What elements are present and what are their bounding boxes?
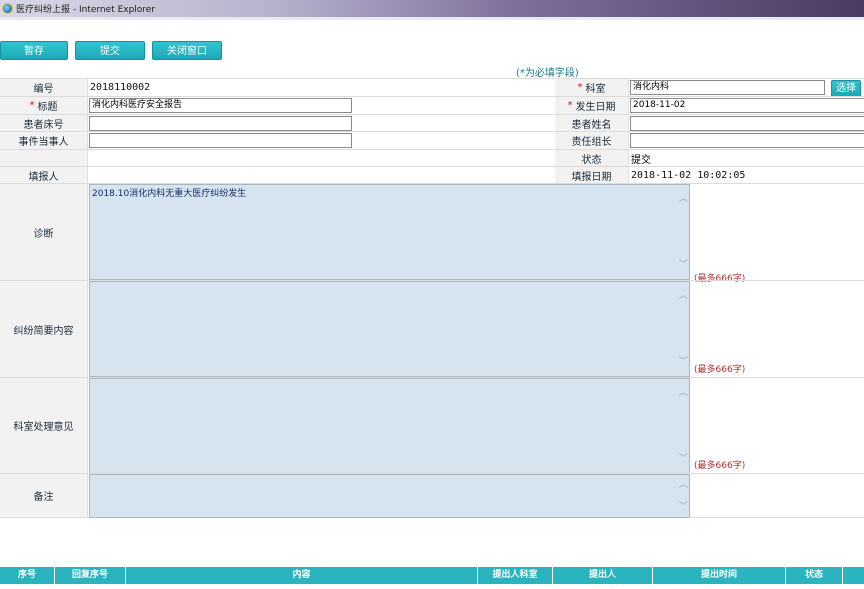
window-strip — [0, 17, 864, 20]
window-title: 医疗纠纷上报 - Internet Explorer — [16, 5, 156, 15]
opinion-textarea[interactable]: ︿ ﹀ — [89, 378, 690, 474]
col-proposer[interactable]: 提出人 — [553, 567, 653, 584]
reply-grid-header: 序号 回复序号 内容 提出人科室 提出人 提出时间 状态 — [0, 567, 864, 584]
date-label: * 发生日期 — [555, 97, 629, 114]
opinion-label: 科室处理意见 — [0, 378, 88, 473]
col-proposer-dept[interactable]: 提出人科室 — [478, 567, 553, 584]
row-opinion: 科室处理意见 ︿ ﹀ (最多666字) — [0, 377, 864, 474]
row-status: 状态 提交 — [0, 149, 864, 166]
title-field[interactable]: 消化内科医疗安全报告 — [89, 98, 352, 113]
fill-date-label: 填报日期 — [555, 167, 629, 183]
summary-max-note: (最多666字) — [694, 365, 746, 375]
window-titlebar: 医疗纠纷上报 - Internet Explorer — [0, 0, 864, 17]
row-number: 编号 2018110002 * 科室 消化内科 选择 — [0, 78, 864, 97]
remark-textarea[interactable]: ︿ ﹀ — [89, 474, 690, 518]
bed-label: 患者床号 — [0, 115, 88, 131]
save-draft-button[interactable]: 暂存 — [0, 41, 68, 60]
row-filler: 填报人 填报日期 2018-11-02 10:02:05 — [0, 166, 864, 183]
title-label: * 标题 — [0, 97, 88, 114]
filler-label: 填报人 — [0, 167, 88, 183]
chevron-down-icon[interactable]: ﹀ — [679, 261, 688, 270]
row-party: 事件当事人 责任组长 — [0, 131, 864, 149]
chevron-down-icon[interactable]: ﹀ — [679, 358, 688, 367]
patient-label: 患者姓名 — [555, 115, 629, 131]
number-label: 编号 — [0, 79, 88, 96]
row-bed: 患者床号 患者姓名 — [0, 114, 864, 131]
col-seq[interactable]: 序号 — [0, 567, 55, 584]
diagnosis-textarea[interactable]: 2018.10消化内科无重大医疗纠纷发生 ︿ ﹀ — [89, 184, 690, 280]
row-summary: 纠纷简要内容 ︿ ﹀ (最多666字) — [0, 280, 864, 377]
chevron-down-icon[interactable]: ﹀ — [679, 503, 688, 512]
row-remark: 备注 ︿ ﹀ — [0, 473, 864, 518]
chevron-down-icon[interactable]: ﹀ — [679, 455, 688, 464]
leader-field[interactable] — [630, 133, 864, 148]
chevron-up-icon[interactable]: ︿ — [679, 195, 688, 204]
chevron-up-icon[interactable]: ︿ — [679, 292, 688, 301]
party-label: 事件当事人 — [0, 132, 88, 149]
col-proposed-time[interactable]: 提出时间 — [653, 567, 786, 584]
bed-field[interactable] — [89, 116, 352, 131]
blank-label — [0, 150, 88, 166]
opinion-max-note: (最多666字) — [694, 461, 746, 471]
remark-label: 备注 — [0, 474, 88, 517]
party-field[interactable] — [89, 133, 352, 148]
summary-label: 纠纷简要内容 — [0, 281, 88, 377]
summary-textarea[interactable]: ︿ ﹀ — [89, 281, 690, 377]
dept-field[interactable]: 消化内科 — [630, 80, 825, 95]
date-field[interactable]: 2018-11-02 — [630, 98, 864, 113]
diagnosis-label: 诊断 — [0, 184, 88, 280]
patient-field[interactable] — [630, 116, 864, 131]
col-reply-seq[interactable]: 回复序号 — [55, 567, 126, 584]
status-label: 状态 — [555, 150, 629, 166]
col-status[interactable]: 状态 — [786, 567, 843, 584]
row-diagnosis: 诊断 2018.10消化内科无重大医疗纠纷发生 ︿ ﹀ (最多666字) — [0, 183, 864, 284]
required-hint: (*为必填字段) — [516, 68, 579, 79]
close-window-button[interactable]: 关闭窗口 — [152, 41, 222, 60]
chevron-up-icon[interactable]: ︿ — [679, 481, 688, 490]
select-dept-button[interactable]: 选择 — [831, 80, 861, 97]
submit-button[interactable]: 提交 — [75, 41, 145, 60]
number-value: 2018110002 — [90, 82, 151, 93]
ie-icon — [2, 3, 13, 14]
dept-label: * 科室 — [555, 79, 629, 96]
fill-date-value: 2018-11-02 10:02:05 — [631, 169, 746, 181]
chevron-up-icon[interactable]: ︿ — [679, 389, 688, 398]
row-title: * 标题 消化内科医疗安全报告 * 发生日期 2018-11-02 — [0, 96, 864, 114]
leader-label: 责任组长 — [555, 132, 629, 149]
diagnosis-text: 2018.10消化内科无重大医疗纠纷发生 — [92, 189, 247, 199]
status-value: 提交 — [631, 154, 651, 166]
col-content[interactable]: 内容 — [126, 567, 478, 584]
toolbar: 暂存 提交 关闭窗口 — [0, 41, 864, 61]
